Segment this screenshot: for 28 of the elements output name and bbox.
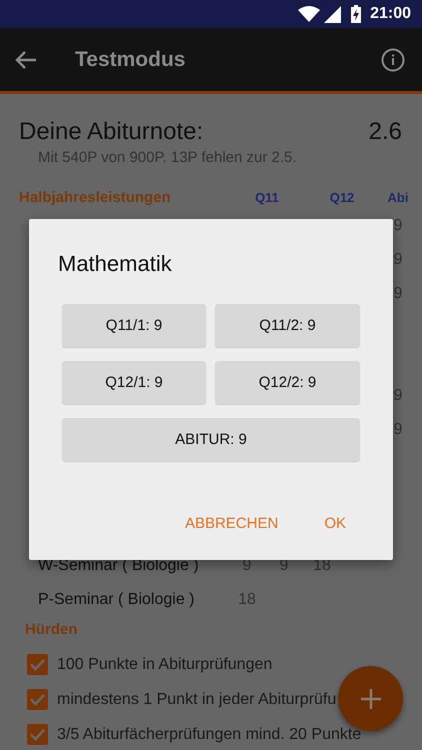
wifi-icon (298, 6, 320, 22)
column-header: Q11 (254, 190, 280, 204)
section-heading: Hürden (24, 620, 78, 640)
column-header: Abi (386, 190, 410, 204)
grade-label: Deine Abiturnote: (19, 117, 204, 147)
status-time: 21:00 (370, 5, 411, 23)
dialog-title: Mathematik (58, 251, 173, 277)
signal-icon (324, 6, 342, 22)
checkbox[interactable] (27, 654, 48, 675)
hurdle-label: mindestens 1 Punkt in jeder Abiturprüfu (57, 690, 336, 708)
battery-icon (351, 5, 362, 23)
plus-icon (360, 688, 380, 708)
grade-value: 2.6 (368, 117, 402, 147)
subject-name: P-Seminar ( Biologie ) (37, 591, 196, 609)
hurdle-label: 100 Punkte in Abiturprüfungen (57, 656, 272, 674)
grade-button[interactable]: Q11/2: 9 (215, 304, 360, 347)
column-header: Q12 (328, 190, 356, 204)
grade-button[interactable]: Q12/2: 9 (215, 361, 360, 404)
grade-button[interactable]: Q11/1: 9 (62, 304, 206, 347)
info-icon[interactable] (381, 48, 405, 72)
checkbox[interactable] (27, 724, 48, 745)
grade-button[interactable]: ABITUR: 9 (62, 418, 360, 461)
section-heading: Halbjahresleistungen (18, 188, 172, 206)
screen-title: Testmodus (75, 48, 186, 72)
grade-button[interactable]: Q12/1: 9 (62, 361, 206, 404)
hurdle-label: 3/5 Abiturfächerprüfungen mind. 20 Punkte (57, 726, 362, 744)
back-icon[interactable] (15, 50, 37, 70)
checkbox[interactable] (27, 689, 48, 710)
